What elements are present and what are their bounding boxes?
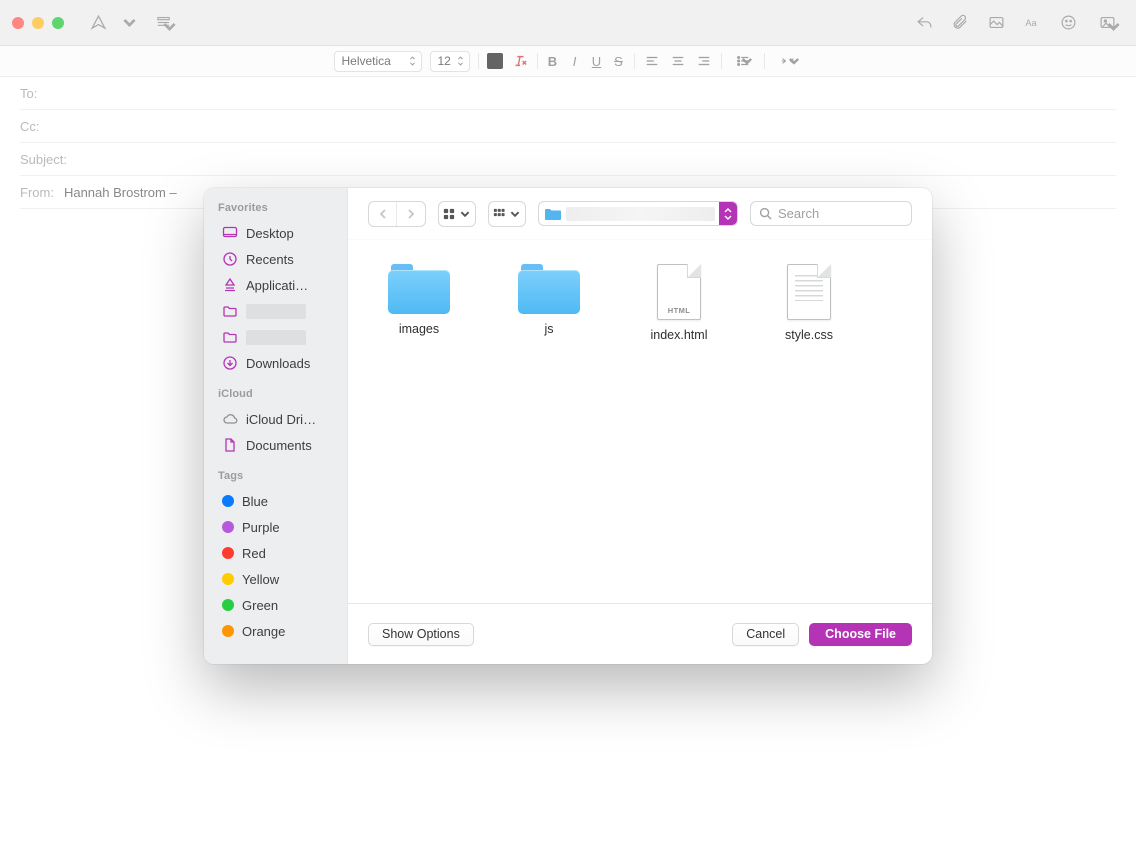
file-name: js	[544, 322, 553, 336]
path-popup-chevron-icon	[719, 202, 737, 225]
file-name: images	[399, 322, 439, 336]
tag-dot-icon	[222, 547, 234, 559]
folder-icon	[222, 329, 238, 345]
file-name: index.html	[651, 328, 708, 342]
tag-dot-icon	[222, 599, 234, 611]
sidebar-item-label: iCloud Dri…	[246, 412, 316, 427]
sidebar-item-label	[246, 330, 306, 345]
file-picker-button-bar: Show Options Cancel Choose File	[348, 604, 932, 664]
folder-icon	[544, 207, 562, 221]
nav-back-forward	[368, 201, 426, 227]
apps-icon	[222, 277, 238, 293]
back-button[interactable]	[369, 202, 397, 226]
sidebar-item-label: Desktop	[246, 226, 294, 241]
sidebar-tag-orange[interactable]: Orange	[218, 618, 343, 644]
sidebar-header-icloud: iCloud	[218, 388, 343, 400]
path-popup-button[interactable]	[538, 201, 738, 226]
sidebar-header-tags: Tags	[218, 470, 343, 482]
sidebar-item-label: Yellow	[242, 572, 279, 587]
group-by-button[interactable]	[488, 201, 526, 227]
choose-file-button[interactable]: Choose File	[809, 623, 912, 646]
sidebar-tag-green[interactable]: Green	[218, 592, 343, 618]
download-icon	[222, 355, 238, 371]
sidebar-tag-yellow[interactable]: Yellow	[218, 566, 343, 592]
sidebar-item-desktop[interactable]: Desktop	[218, 220, 343, 246]
sidebar-item-recents[interactable]: Recents	[218, 246, 343, 272]
file-item-css[interactable]: style.css	[758, 264, 860, 342]
forward-button[interactable]	[397, 202, 425, 226]
sidebar-item-applications[interactable]: Applicati…	[218, 272, 343, 298]
folder-icon	[518, 264, 580, 314]
sidebar-tag-red[interactable]: Red	[218, 540, 343, 566]
file-picker-sidebar: Favorites Desktop Recents Applicati…	[204, 188, 348, 664]
file-picker-sheet: Favorites Desktop Recents Applicati…	[204, 188, 932, 664]
css-file-icon	[787, 264, 831, 320]
search-icon	[759, 207, 772, 220]
cloud-icon	[222, 411, 238, 427]
tag-dot-icon	[222, 573, 234, 585]
tag-dot-icon	[222, 625, 234, 637]
view-mode-button[interactable]	[438, 201, 476, 227]
sidebar-item-icloud-drive[interactable]: iCloud Dri…	[218, 406, 343, 432]
tag-dot-icon	[222, 521, 234, 533]
sidebar-item-documents[interactable]: Documents	[218, 432, 343, 458]
sidebar-item-downloads[interactable]: Downloads	[218, 350, 343, 376]
folder-icon	[222, 303, 238, 319]
desktop-icon	[222, 225, 238, 241]
cancel-button[interactable]: Cancel	[732, 623, 799, 646]
file-picker-toolbar: Search	[348, 188, 932, 240]
sidebar-item-folder[interactable]	[218, 298, 343, 324]
sidebar-tag-purple[interactable]: Purple	[218, 514, 343, 540]
file-grid[interactable]: images js HTML index.html style.css	[348, 240, 932, 604]
sidebar-item-label: Blue	[242, 494, 268, 509]
html-file-icon: HTML	[657, 264, 701, 320]
file-item-folder[interactable]: js	[498, 264, 600, 336]
sidebar-item-label: Downloads	[246, 356, 310, 371]
sidebar-item-label	[246, 304, 306, 319]
sidebar-item-label: Red	[242, 546, 266, 561]
icon-view-icon	[439, 202, 475, 226]
file-name: style.css	[785, 328, 833, 342]
tag-dot-icon	[222, 495, 234, 507]
sidebar-item-folder[interactable]	[218, 324, 343, 350]
sidebar-tag-blue[interactable]: Blue	[218, 488, 343, 514]
search-field[interactable]: Search	[750, 201, 912, 226]
sidebar-item-label: Applicati…	[246, 278, 308, 293]
show-options-button[interactable]: Show Options	[368, 623, 474, 646]
path-label-redacted	[566, 207, 715, 221]
sidebar-item-label: Recents	[246, 252, 294, 267]
doc-icon	[222, 437, 238, 453]
group-icon	[489, 202, 525, 226]
file-item-folder[interactable]: images	[368, 264, 470, 336]
file-item-html[interactable]: HTML index.html	[628, 264, 730, 342]
folder-icon	[388, 264, 450, 314]
sidebar-header-favorites: Favorites	[218, 202, 343, 214]
sidebar-item-label: Orange	[242, 624, 285, 639]
clock-icon	[222, 251, 238, 267]
sidebar-item-label: Green	[242, 598, 278, 613]
search-placeholder: Search	[778, 206, 819, 221]
file-picker-main: Search images js HTML index.html style.c…	[348, 188, 932, 664]
sidebar-item-label: Documents	[246, 438, 312, 453]
sidebar-item-label: Purple	[242, 520, 280, 535]
